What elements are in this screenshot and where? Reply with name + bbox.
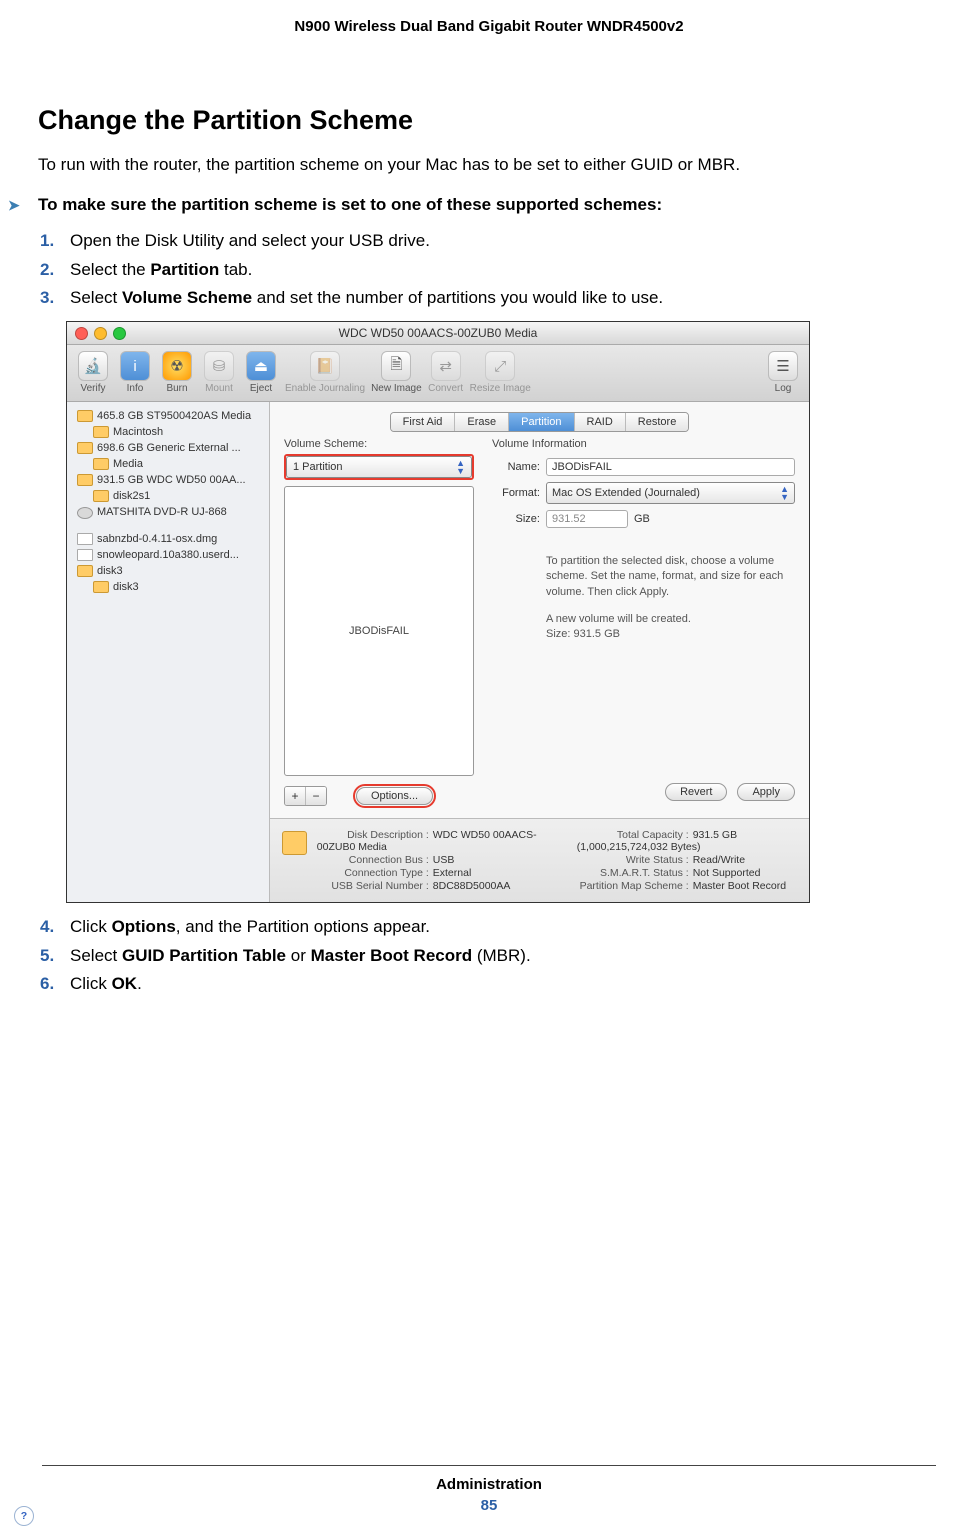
name-field[interactable]: JBODisFAIL: [546, 458, 795, 476]
remove-partition-button[interactable]: −: [306, 787, 326, 805]
revert-button[interactable]: Revert: [665, 783, 727, 801]
step-1: Open the Disk Utility and select your US…: [66, 229, 940, 254]
tab-raid[interactable]: RAID: [575, 413, 626, 431]
log-button[interactable]: ☰Log: [765, 351, 801, 394]
minimize-icon[interactable]: [94, 327, 107, 340]
size-label: Size:: [492, 513, 540, 525]
name-label: Name:: [492, 461, 540, 473]
footer-rule: [42, 1465, 936, 1466]
step-6: Click OK.: [66, 972, 940, 997]
step-2: Select the Partition tab.: [66, 258, 940, 283]
size-field[interactable]: 931.52: [546, 510, 628, 528]
running-header: N900 Wireless Dual Band Gigabit Router W…: [0, 0, 978, 35]
volume-scheme-select[interactable]: 1 Partition ▲▼: [286, 456, 472, 478]
tab-bar: First Aid Erase Partition RAID Restore: [390, 412, 690, 432]
toolbar: 🔬Verify iInfo ☢Burn ⛁Mount ⏏Eject 📔Enabl…: [67, 345, 809, 402]
disk-info-bar: Disk Description :WDC WD50 00AACS-00ZUB0…: [270, 818, 809, 902]
chevron-updown-icon: ▲▼: [456, 459, 465, 475]
tab-erase[interactable]: Erase: [455, 413, 509, 431]
disk-icon: [282, 831, 307, 855]
apply-button[interactable]: Apply: [737, 783, 795, 801]
sidebar-disk[interactable]: 931.5 GB WDC WD50 00AA...: [71, 472, 265, 488]
page-footer: Administration 85: [0, 1476, 978, 1514]
add-remove-partition: + −: [284, 786, 327, 806]
sidebar-volume[interactable]: disk2s1: [71, 488, 265, 504]
sidebar-disk[interactable]: disk3: [71, 563, 265, 579]
verify-button[interactable]: 🔬Verify: [75, 351, 111, 394]
window-title: WDC WD50 00AACS-00ZUB0 Media: [339, 326, 538, 340]
format-select[interactable]: Mac OS Extended (Journaled) ▲▼: [546, 482, 795, 504]
info-button[interactable]: iInfo: [117, 351, 153, 394]
zoom-icon[interactable]: [113, 327, 126, 340]
sidebar-volume[interactable]: disk3: [71, 579, 265, 595]
sidebar-image[interactable]: snowleopard.10a380.userd...: [71, 547, 265, 563]
intro-paragraph: To run with the router, the partition sc…: [38, 154, 940, 177]
page-title: Change the Partition Scheme: [38, 105, 940, 136]
tab-first-aid[interactable]: First Aid: [391, 413, 456, 431]
convert-button[interactable]: ⇄Convert: [428, 351, 464, 394]
step-4: Click Options, and the Partition options…: [66, 915, 940, 940]
task-arrow-icon: ➤: [8, 197, 20, 214]
task-text: To make sure the partition scheme is set…: [38, 195, 662, 214]
new-image-button[interactable]: 🗎New Image: [371, 351, 422, 394]
add-partition-button[interactable]: +: [285, 787, 306, 805]
options-button[interactable]: Options...: [356, 787, 433, 805]
sidebar-disk[interactable]: 465.8 GB ST9500420AS Media: [71, 408, 265, 424]
disk-utility-screenshot: WDC WD50 00AACS-00ZUB0 Media 🔬Verify iIn…: [66, 321, 810, 903]
volume-info-heading: Volume Information: [492, 438, 795, 450]
new-volume-hint: A new volume will be created. Size: 931.…: [546, 612, 795, 643]
window-titlebar: WDC WD50 00AACS-00ZUB0 Media: [67, 322, 809, 345]
resize-image-button[interactable]: ⤢Resize Image: [470, 351, 531, 394]
close-icon[interactable]: [75, 327, 88, 340]
footer-page-number: 85: [0, 1497, 978, 1514]
sidebar-image[interactable]: sabnzbd-0.4.11-osx.dmg: [71, 531, 265, 547]
tab-partition[interactable]: Partition: [509, 413, 574, 431]
chevron-updown-icon: ▲▼: [780, 485, 789, 501]
mount-button[interactable]: ⛁Mount: [201, 351, 237, 394]
burn-button[interactable]: ☢Burn: [159, 351, 195, 394]
tab-restore[interactable]: Restore: [626, 413, 689, 431]
volume-scheme-highlight: 1 Partition ▲▼: [284, 454, 474, 480]
task-heading: ➤ To make sure the partition scheme is s…: [38, 195, 940, 215]
sidebar-disk[interactable]: 698.6 GB Generic External ...: [71, 440, 265, 456]
footer-section: Administration: [0, 1476, 978, 1493]
step-3: Select Volume Scheme and set the number …: [66, 286, 940, 311]
partition-map[interactable]: JBODisFAIL: [284, 486, 474, 776]
size-unit: GB: [634, 513, 650, 525]
options-highlight: Options...: [353, 784, 436, 808]
sidebar-volume[interactable]: Media: [71, 456, 265, 472]
volume-scheme-label: Volume Scheme:: [284, 438, 474, 450]
format-label: Format:: [492, 487, 540, 499]
enable-journaling-button[interactable]: 📔Enable Journaling: [285, 351, 365, 394]
sidebar-volume[interactable]: Macintosh: [71, 424, 265, 440]
partition-hint: To partition the selected disk, choose a…: [546, 554, 795, 600]
step-5: Select GUID Partition Table or Master Bo…: [66, 944, 940, 969]
device-sidebar: 465.8 GB ST9500420AS Media Macintosh 698…: [67, 402, 270, 902]
sidebar-optical[interactable]: MATSHITA DVD-R UJ-868: [71, 504, 265, 520]
eject-button[interactable]: ⏏Eject: [243, 351, 279, 394]
